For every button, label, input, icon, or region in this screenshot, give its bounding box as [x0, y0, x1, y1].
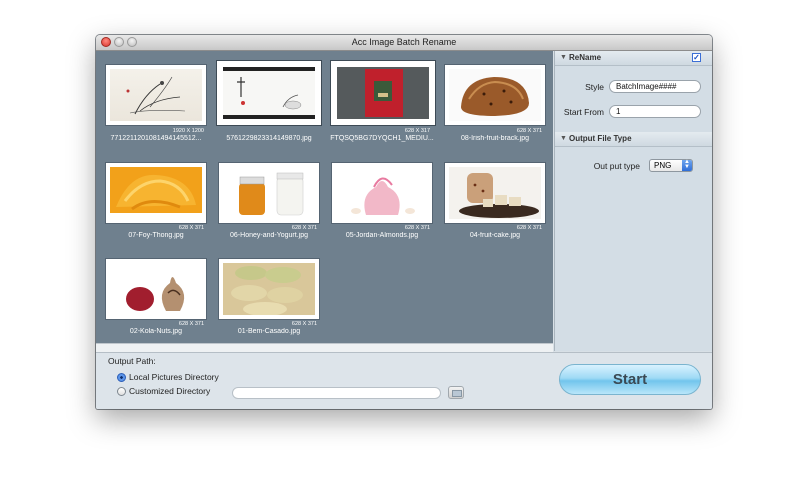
thumbnail-dimensions: 628 X 371	[178, 225, 204, 231]
output-path-label: Output Path:	[108, 356, 156, 366]
output-type-label: Out put type	[593, 161, 640, 171]
thumbnail-image	[336, 167, 428, 219]
thumbnail[interactable]	[445, 163, 545, 223]
thumbnail[interactable]	[445, 65, 545, 125]
thumbnail[interactable]	[106, 65, 206, 125]
thumbnail-image	[110, 69, 202, 121]
thumbnail[interactable]	[219, 259, 319, 319]
local-directory-label[interactable]: Local Pictures Directory	[129, 372, 219, 382]
thumbnail-image	[449, 69, 541, 121]
select-arrows-icon: ▲ ▼	[682, 159, 692, 171]
thumbnail[interactable]	[219, 163, 319, 223]
thumbnail-dimensions: 1920 X 1200	[172, 128, 204, 134]
thumbnail-grid[interactable]: 1920 X 1200 771221120108149414551​2... 5…	[96, 51, 553, 343]
thumbnail-filename: 5761229823314149870.jpg	[226, 135, 312, 142]
thumbnail-dimensions: 628 X 371	[404, 225, 430, 231]
output-type-select[interactable]: PNG ▲ ▼	[649, 159, 693, 172]
style-input[interactable]: BatchImage####	[609, 80, 701, 93]
thumbnail-filename: 02-Kola-Nuts.jpg	[129, 328, 183, 335]
thumbnail[interactable]	[332, 163, 432, 223]
thumbnail-filename: FTQSQ5BG7DYQCH1_MEDIU...	[330, 135, 434, 142]
thumbnail-dimensions: 628 X 371	[291, 225, 317, 231]
thumbnail-image	[449, 167, 541, 219]
thumbnail-filename: 01-Bem-Casado.jpg	[237, 328, 301, 335]
thumbnail-filename: 07-Foy-Thong.jpg	[128, 232, 184, 239]
checkbox-icon[interactable]: ✓	[692, 53, 701, 62]
start-from-label: Start From	[563, 107, 604, 117]
thumbnail-image	[337, 67, 429, 119]
app-window: Acc Image Batch Rename 1920 X 1200 77122…	[96, 35, 712, 409]
thumbnail[interactable]	[106, 163, 206, 223]
thumbnail[interactable]	[333, 63, 433, 123]
grid-footer	[96, 343, 553, 352]
disclosure-triangle-icon[interactable]: ▼	[560, 135, 567, 142]
custom-path-input[interactable]	[232, 387, 441, 399]
window-title: Acc Image Batch Rename	[351, 37, 457, 47]
thumbnail-image	[223, 167, 315, 219]
custom-directory-radio[interactable]	[117, 387, 126, 396]
output-type-section-header[interactable]: ▼ Output File Type	[555, 132, 712, 147]
thumbnail-image	[223, 67, 315, 119]
thumbnail-dimensions: 628 X 317	[404, 128, 430, 134]
output-path-area: Output Path: Local Pictures Directory Cu…	[96, 352, 712, 409]
disclosure-triangle-icon[interactable]: ▼	[560, 54, 567, 61]
rename-section-header[interactable]: ▼ ReName ✓	[555, 51, 712, 66]
start-button[interactable]: Start	[559, 364, 701, 395]
folder-icon	[452, 390, 462, 397]
thumbnail-filename: 04-fruit-cake.jpg	[469, 232, 521, 239]
thumbnail-filename: 08-Irish-fruit-brack.jpg	[460, 135, 530, 142]
thumbnail-image	[110, 167, 202, 219]
thumbnail-filename: 771221120108149414551​2...	[110, 135, 202, 142]
thumbnail-filename: 06-Honey-and-Yogurt.jpg	[230, 232, 308, 239]
thumbnail-dimensions: 628 X 371	[516, 225, 542, 231]
thumbnail-dimensions: 628 X 371	[291, 321, 317, 327]
thumbnail-dimensions: 628 X 371	[178, 321, 204, 327]
thumbnail-image	[110, 263, 202, 315]
style-label: Style	[585, 82, 604, 92]
thumbnail[interactable]	[219, 63, 319, 123]
start-from-input[interactable]: 1	[609, 105, 701, 118]
title-bar[interactable]: Acc Image Batch Rename	[96, 35, 712, 51]
thumbnail[interactable]	[106, 259, 206, 319]
browse-folder-button[interactable]	[448, 386, 464, 399]
custom-directory-label[interactable]: Customized Directory	[129, 386, 210, 396]
local-directory-radio[interactable]	[117, 373, 126, 382]
settings-panel: ▼ ReName ✓ Style BatchImage#### Start Fr…	[554, 51, 712, 351]
thumbnail-filename: 05-Jordan-Almonds.jpg	[345, 232, 419, 239]
thumbnail-dimensions: 628 X 371	[516, 128, 542, 134]
thumbnail-image	[223, 263, 315, 315]
